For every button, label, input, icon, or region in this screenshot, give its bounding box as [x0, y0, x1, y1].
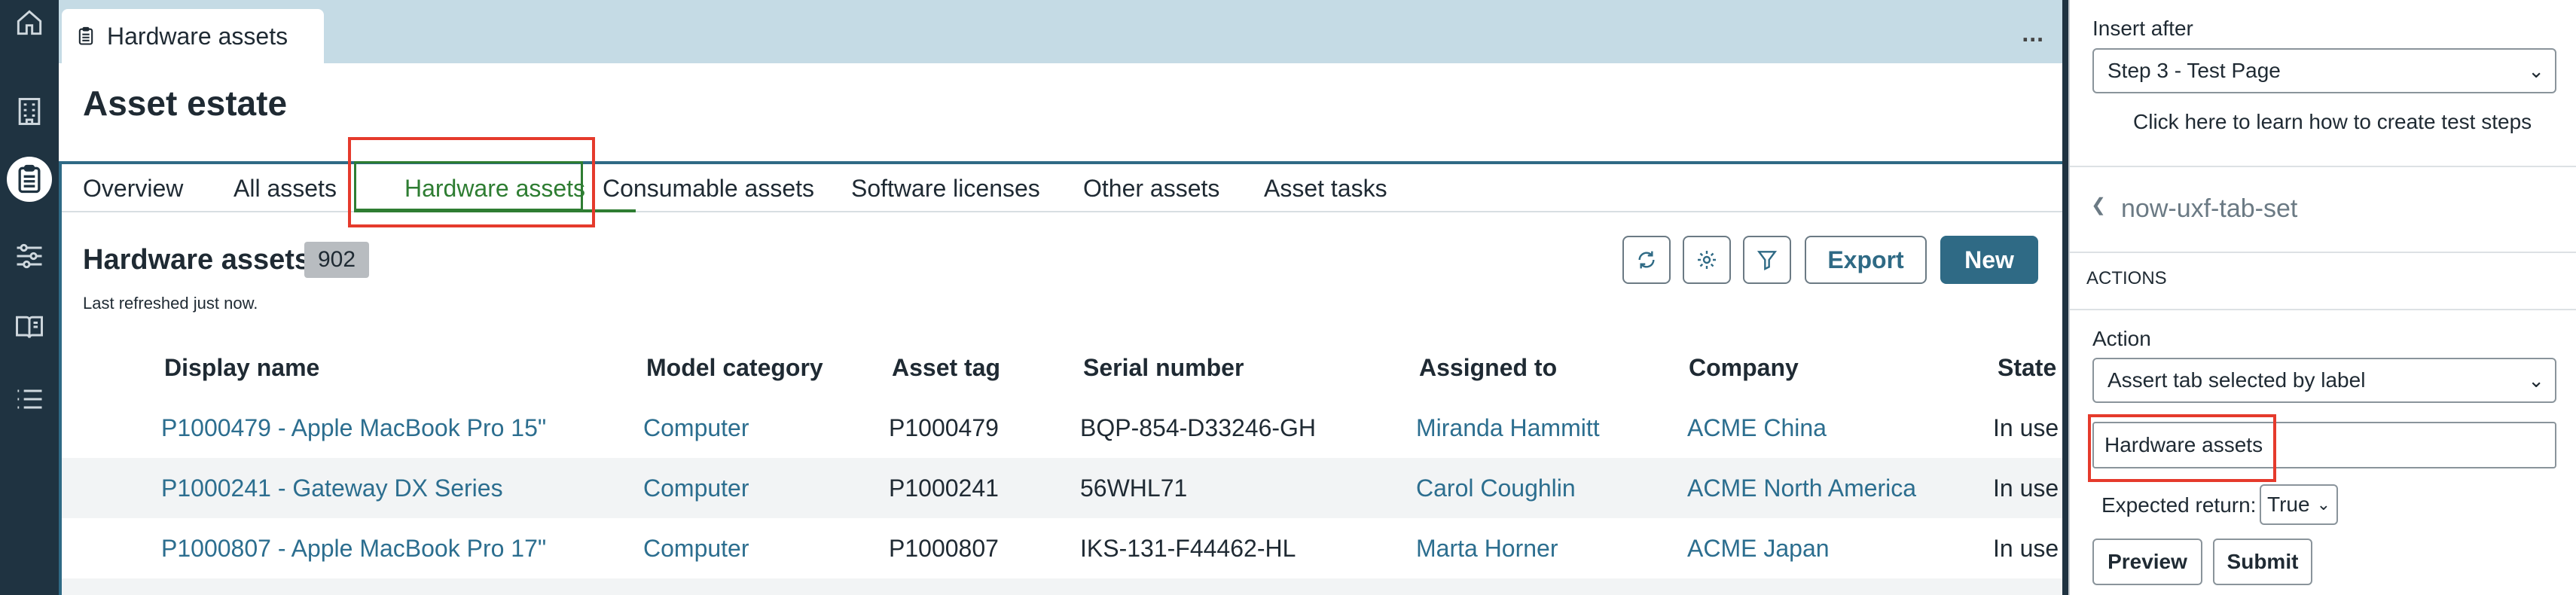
company-link[interactable]: ACME Japan [1687, 518, 1830, 578]
model-category-link[interactable]: Computer [643, 398, 749, 458]
company-link[interactable]: ACME North America [1687, 458, 1916, 518]
clipboard-icon [78, 26, 93, 45]
column-header-serial-number[interactable]: Serial number [1083, 354, 1244, 382]
expected-return-value: True [2267, 493, 2310, 516]
insert-after-label: Insert after [2092, 17, 2193, 40]
filter-icon [1757, 251, 1778, 270]
document-tab-label: Hardware assets [107, 22, 288, 50]
document-tab[interactable]: Hardware assets [62, 9, 324, 63]
main-workspace: Hardware assets ... Asset estate Overvie… [59, 0, 2062, 595]
expected-return-label: Expected return: [2101, 493, 2257, 517]
divider [2070, 252, 2576, 253]
building-icon [18, 98, 41, 125]
chevron-down-icon: ⌄ [2528, 60, 2544, 82]
clipboard-nav-button[interactable] [7, 157, 52, 202]
component-name: now-uxf-tab-set [2121, 194, 2298, 223]
action-select[interactable]: Assert tab selected by label ⌄ [2092, 358, 2556, 403]
column-header-assigned-to[interactable]: Assigned to [1419, 354, 1557, 382]
asset-tag-cell: P1000241 [889, 474, 999, 502]
expected-return-select[interactable]: True ⌄ [2260, 484, 2338, 525]
home-nav-button[interactable] [7, 0, 52, 45]
test-step-panel: Insert after Step 3 - Test Page ⌄ Click … [2068, 0, 2576, 595]
insert-after-value: Step 3 - Test Page [2107, 59, 2281, 82]
content-left-border [59, 161, 62, 595]
refresh-icon [1638, 251, 1655, 269]
back-chevron-icon[interactable]: ❮ [2091, 194, 2106, 216]
input-highlight-box [2088, 414, 2276, 482]
display-name-link[interactable]: P1000807 - Apple MacBook Pro 17" [161, 518, 546, 578]
tab-overview[interactable]: Overview [83, 164, 183, 212]
divider [2070, 166, 2576, 167]
list-nav-button[interactable] [7, 377, 52, 422]
nav-rail [0, 0, 59, 595]
table-row: P1000479 - Apple MacBook Pro 15" Compute… [59, 398, 2062, 458]
record-count-badge: 902 [304, 242, 370, 278]
divider [2070, 309, 2576, 310]
company-link[interactable]: ACME China [1687, 398, 1827, 458]
serial-number-cell: 56WHL71 [1080, 474, 1188, 502]
tab-all-assets[interactable]: All assets [233, 164, 337, 212]
gear-icon [1698, 251, 1716, 269]
chevron-down-icon: ⌄ [2316, 495, 2330, 514]
table-row [59, 578, 2062, 595]
building-nav-button[interactable] [7, 89, 52, 134]
book-nav-button[interactable] [7, 304, 52, 349]
home-icon [17, 10, 42, 35]
state-cell: In use [1993, 414, 2059, 441]
clipboard-icon [18, 164, 41, 194]
settings-button[interactable] [1683, 236, 1731, 284]
asset-tag-cell: P1000479 [889, 414, 999, 441]
action-label: Action [2092, 327, 2151, 350]
column-header-state[interactable]: State [1998, 354, 2056, 382]
assigned-to-link[interactable]: Marta Horner [1416, 518, 1558, 578]
assigned-to-link[interactable]: Carol Coughlin [1416, 458, 1576, 518]
refresh-button[interactable] [1622, 236, 1671, 284]
last-refreshed-text: Last refreshed just now. [83, 294, 258, 313]
sliders-nav-button[interactable] [7, 233, 52, 279]
display-name-link[interactable]: P1000241 - Gateway DX Series [161, 458, 503, 518]
tab-highlight-box [348, 137, 595, 227]
list-icon [17, 389, 42, 409]
book-icon [16, 316, 43, 338]
action-value: Assert tab selected by label [2107, 368, 2366, 392]
serial-number-cell: IKS-131-F44462-HL [1080, 535, 1296, 562]
more-options-icon[interactable]: ... [2022, 20, 2044, 47]
export-button[interactable]: Export [1805, 236, 1927, 284]
actions-heading: ACTIONS [2086, 268, 2167, 288]
chevron-down-icon: ⌄ [2528, 369, 2544, 392]
tab-asset-tasks[interactable]: Asset tasks [1264, 164, 1387, 212]
column-header-model-category[interactable]: Model category [646, 354, 823, 382]
insert-after-select[interactable]: Step 3 - Test Page ⌄ [2092, 48, 2556, 93]
tab-consumable-assets[interactable]: Consumable assets [603, 164, 814, 212]
new-button[interactable]: New [1940, 236, 2038, 284]
pane-divider[interactable] [2062, 0, 2068, 595]
list-title: Hardware assets [83, 244, 311, 276]
state-cell: In use [1993, 474, 2059, 502]
display-name-link[interactable]: P1000479 - Apple MacBook Pro 15" [161, 398, 546, 458]
table-row: P1000241 - Gateway DX Series Computer P1… [59, 458, 2062, 518]
model-category-link[interactable]: Computer [643, 458, 749, 518]
model-category-link[interactable]: Computer [643, 518, 749, 578]
state-cell: In use [1993, 535, 2059, 562]
column-header-asset-tag[interactable]: Asset tag [892, 354, 1000, 382]
tab-software-licenses[interactable]: Software licenses [851, 164, 1040, 212]
column-header-company[interactable]: Company [1689, 354, 1799, 382]
submit-button[interactable]: Submit [2213, 539, 2312, 585]
table-row: P1000807 - Apple MacBook Pro 17" Compute… [59, 518, 2062, 578]
serial-number-cell: BQP-854-D33246-GH [1080, 414, 1317, 441]
sliders-icon [17, 243, 42, 269]
column-header-display-name[interactable]: Display name [164, 354, 319, 382]
tab-other-assets[interactable]: Other assets [1083, 164, 1219, 212]
page-title: Asset estate [83, 84, 288, 123]
assigned-to-link[interactable]: Miranda Hammitt [1416, 398, 1600, 458]
preview-button[interactable]: Preview [2092, 539, 2202, 585]
filter-button[interactable] [1743, 236, 1791, 284]
asset-tag-cell: P1000807 [889, 535, 999, 562]
document-tab-strip: Hardware assets ... [59, 0, 2062, 63]
learn-test-steps-link[interactable]: Click here to learn how to create test s… [2133, 110, 2532, 134]
